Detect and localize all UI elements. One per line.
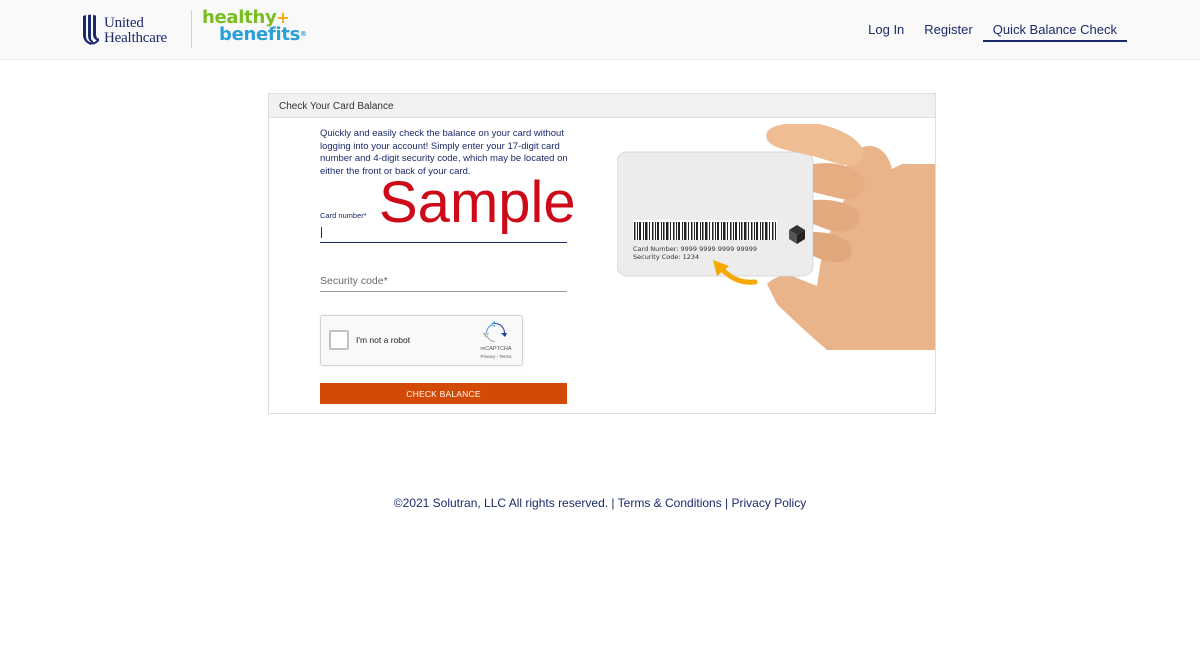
recaptcha-widget: I'm not a robot reCAPTCHA Privacy - Term… xyxy=(320,315,523,366)
recaptcha-icon xyxy=(483,321,507,342)
card-hand-illustration: Card Number: 9999 9999 9999 99999 Securi… xyxy=(617,124,935,350)
recaptcha-brand: reCAPTCHA xyxy=(480,346,512,352)
site-footer: ©2021 Solutran, LLC All rights reserved.… xyxy=(0,496,1200,510)
footer-separator: | xyxy=(608,496,618,510)
nav-quick-balance-link[interactable]: Quick Balance Check xyxy=(982,0,1127,42)
main-nav: Log In Register Quick Balance Check xyxy=(858,0,1127,60)
sample-watermark: Sample xyxy=(379,170,576,235)
footer-separator: | xyxy=(721,496,732,510)
check-balance-button[interactable]: CHECK BALANCE xyxy=(320,383,567,404)
uhc-wordmark-line1: United xyxy=(104,14,144,31)
copyright-text: ©2021 Solutran, LLC All rights reserved. xyxy=(393,496,609,510)
card-number-sample: Card Number: 9999 9999 9999 99999 xyxy=(633,245,757,253)
barcode-icon xyxy=(633,220,777,240)
logo-divider xyxy=(191,10,192,48)
card-number-label: Card number* xyxy=(320,211,367,220)
terms-link[interactable]: Terms & Conditions xyxy=(618,496,722,510)
nav-login-link[interactable]: Log In xyxy=(858,0,914,42)
uhc-wordmark-line2: Healthcare xyxy=(104,29,167,46)
uhc-shield-icon xyxy=(83,14,99,45)
panel-title: Check Your Card Balance xyxy=(269,94,935,118)
privacy-link[interactable]: Privacy Policy xyxy=(732,496,807,510)
recaptcha-label: I'm not a robot xyxy=(356,335,411,345)
nav-register-link[interactable]: Register xyxy=(914,0,982,42)
card-balance-panel: Check Your Card Balance Quickly and easi… xyxy=(268,93,936,414)
hb-wordmark-line2: benefits® xyxy=(219,24,307,45)
hb-benefits-text: benefits xyxy=(219,24,301,45)
uhc-wordmark: United Healthcare xyxy=(104,14,167,46)
security-code-input[interactable] xyxy=(320,264,567,292)
registered-mark-icon: ® xyxy=(300,30,307,38)
healthy-benefits-logo[interactable]: healthy+ benefits® xyxy=(202,9,307,45)
recaptcha-checkbox[interactable] xyxy=(329,330,349,350)
recaptcha-privacy-terms[interactable]: Privacy - Terms xyxy=(473,354,519,359)
text-cursor xyxy=(321,227,322,238)
site-header: United Healthcare healthy+ benefits® Log… xyxy=(0,0,1200,60)
security-code-sample: Security Code: 1234 xyxy=(633,253,699,261)
unitedhealthcare-logo[interactable]: United Healthcare xyxy=(82,14,167,47)
